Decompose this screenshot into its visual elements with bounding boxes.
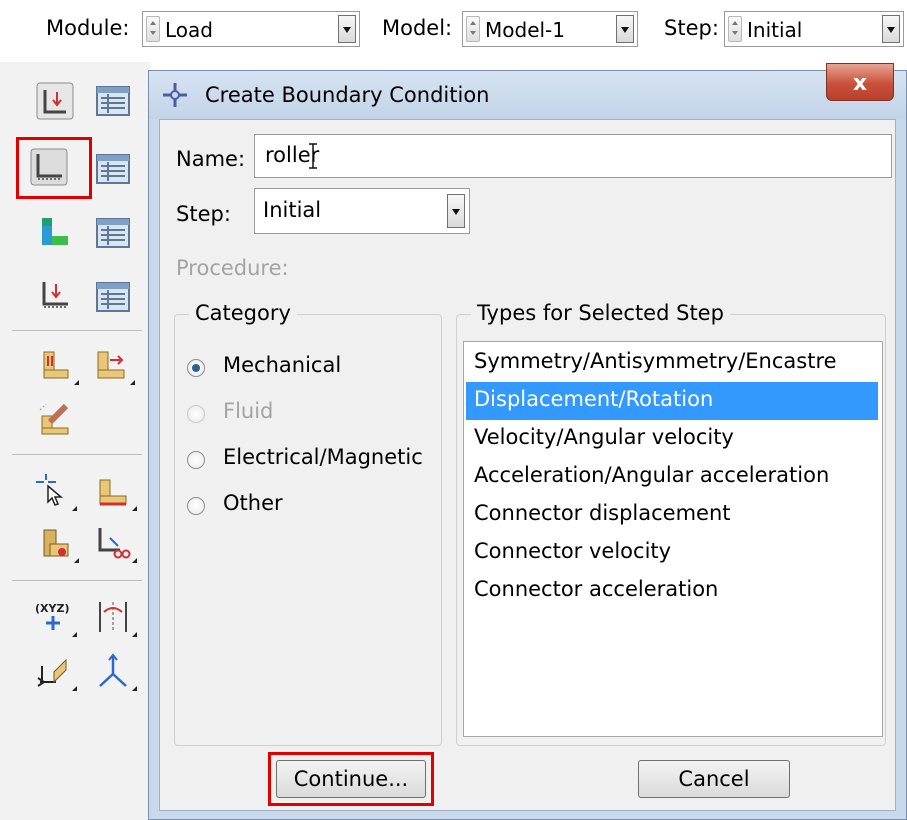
list-item-selected[interactable]: Displacement/Rotation <box>466 382 878 420</box>
name-input[interactable]: roller <box>254 134 892 178</box>
toolbox-separator <box>12 580 142 581</box>
create-datum-point-icon[interactable]: (XYZ) <box>34 598 77 637</box>
list-item[interactable]: Symmetry/Antisymmetry/Encastre <box>466 344 878 382</box>
boundary-condition-manager-icon[interactable] <box>94 150 132 188</box>
crosshair-icon <box>161 81 189 109</box>
radio-label: Mechanical <box>223 353 342 377</box>
spin-icon <box>146 16 160 42</box>
step-label: Step: <box>664 16 719 40</box>
spin-icon <box>728 16 742 42</box>
dialog-body: Name: roller Step: Initial Procedure: Ca… <box>159 119 896 811</box>
close-button[interactable]: x <box>826 63 894 101</box>
module-value: Load <box>165 18 213 42</box>
types-group: Types for Selected Step Symmetry/Antisym… <box>456 301 886 746</box>
toolbox-separator <box>12 330 142 331</box>
partition-edit-icon[interactable] <box>36 400 74 438</box>
chevron-down-icon[interactable] <box>447 194 465 228</box>
create-boundary-condition-dialog: Create Boundary Condition x Name: roller… <box>148 63 907 820</box>
list-item[interactable]: Connector displacement <box>466 496 878 534</box>
create-special-icon[interactable] <box>36 346 79 385</box>
list-item[interactable]: Acceleration/Angular acceleration <box>466 458 878 496</box>
context-bar: Module: Load Model: Model-1 Step: Initia… <box>0 0 907 62</box>
close-icon: x <box>852 71 868 96</box>
highlight-box-bc-tool <box>16 137 92 199</box>
radio-icon <box>187 451 205 469</box>
list-item[interactable]: Velocity/Angular velocity <box>466 420 878 458</box>
highlight-box-continue <box>268 752 434 806</box>
name-label: Name: <box>176 147 246 171</box>
create-datum-axis-icon[interactable] <box>94 652 137 691</box>
category-group: Category Mechanical Fluid Electrical/Mag… <box>174 301 442 746</box>
radio-label: Fluid <box>223 399 274 423</box>
predefined-field-manager-icon[interactable] <box>94 214 132 252</box>
step-select[interactable]: Initial <box>254 188 470 234</box>
create-surface-icon[interactable] <box>94 472 137 511</box>
remove-constraint-icon[interactable] <box>94 524 137 563</box>
create-load-icon[interactable] <box>36 82 74 120</box>
types-legend: Types for Selected Step <box>471 301 730 325</box>
step-label: Step: <box>176 202 231 226</box>
chevron-down-icon[interactable] <box>338 15 356 43</box>
module-label: Module: <box>46 16 130 40</box>
xyz-label: (XYZ) <box>35 602 69 615</box>
load-case-manager-icon[interactable] <box>94 278 132 316</box>
text-cursor-icon <box>309 143 317 169</box>
create-rigid-body-icon[interactable] <box>36 524 79 563</box>
cancel-button[interactable]: Cancel <box>638 760 790 798</box>
radio-label: Other <box>223 491 283 515</box>
spin-icon <box>466 16 480 42</box>
list-item[interactable]: Connector velocity <box>466 534 878 572</box>
toolbox-separator <box>12 454 142 455</box>
model-select[interactable]: Model-1 <box>462 11 638 47</box>
category-legend: Category <box>189 301 297 325</box>
create-datum-csys-icon[interactable] <box>34 652 77 691</box>
radio-icon <box>187 405 205 423</box>
dialog-titlebar[interactable]: Create Boundary Condition x <box>149 63 906 119</box>
create-amplitude-icon[interactable] <box>92 346 135 385</box>
list-item[interactable]: Connector acceleration <box>466 572 878 610</box>
chevron-down-icon[interactable] <box>882 15 900 43</box>
types-listbox[interactable]: Symmetry/Antisymmetry/Encastre Displacem… <box>463 341 883 737</box>
radio-checked-icon <box>187 359 205 377</box>
step-select[interactable]: Initial <box>724 11 904 47</box>
create-load-case-icon[interactable] <box>36 276 74 314</box>
create-datum-plane-icon[interactable] <box>94 598 137 637</box>
step-value: Initial <box>747 18 803 42</box>
create-set-icon[interactable] <box>34 472 77 511</box>
module-select[interactable]: Load <box>142 11 360 47</box>
toolbox: (XYZ) <box>0 62 150 820</box>
chevron-down-icon[interactable] <box>616 15 634 43</box>
dialog-title: Create Boundary Condition <box>205 83 490 107</box>
model-value: Model-1 <box>485 18 565 42</box>
procedure-label: Procedure: <box>176 256 289 280</box>
radio-label: Electrical/Magnetic <box>223 445 423 469</box>
create-predefined-field-icon[interactable] <box>36 212 74 250</box>
step-value: Initial <box>263 198 322 222</box>
radio-icon <box>187 497 205 515</box>
model-label: Model: <box>382 16 453 40</box>
load-manager-icon[interactable] <box>94 82 132 120</box>
